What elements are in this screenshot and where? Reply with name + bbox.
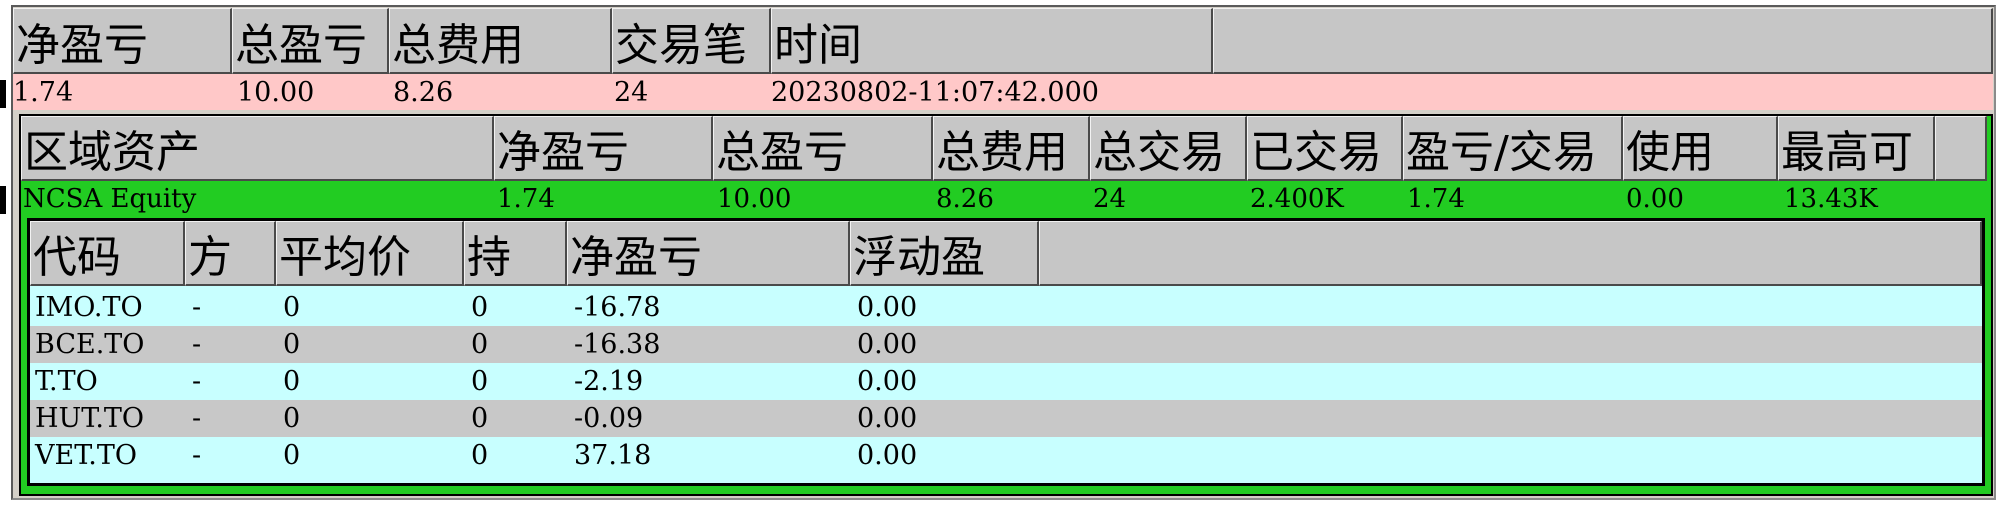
cell-float-pnl: 0.00	[857, 403, 918, 434]
cell-avg-price: 0	[283, 292, 301, 323]
col-header-region-total-trades[interactable]: 总交易	[1090, 116, 1247, 181]
table-row[interactable]: T.TO - 0 0 -2.19 0.00	[30, 363, 1982, 400]
region-name: NCSA Equity	[23, 184, 197, 214]
table-row[interactable]: VET.TO - 0 0 37.18 0.00	[30, 437, 1982, 474]
summary-fees: 8.26	[393, 76, 454, 108]
col-header-empty	[1213, 8, 1993, 74]
region-fees: 8.26	[936, 184, 994, 214]
col-header-side[interactable]: 方	[185, 221, 276, 286]
col-header-region-max-available[interactable]: 最高可	[1778, 116, 1935, 181]
col-header-net-pnl[interactable]: 净盈亏	[567, 221, 850, 286]
cell-float-pnl: 0.00	[857, 366, 918, 397]
col-header-empty	[1039, 221, 1982, 286]
edge-marker	[0, 186, 6, 214]
cell-qty: 0	[471, 403, 489, 434]
cell-net-pnl: -2.19	[574, 366, 644, 397]
summary-header: 净盈亏 总盈亏 总费用 交易笔 时间	[13, 8, 1993, 74]
col-header-qty[interactable]: 持	[464, 221, 567, 286]
cell-net-pnl: -16.38	[574, 329, 661, 360]
table-row[interactable]: HUT.TO - 0 0 -0.09 0.00	[30, 400, 1982, 437]
region-max-available: 13.43K	[1784, 184, 1878, 214]
col-header-time[interactable]: 时间	[771, 8, 1213, 74]
cell-side: -	[192, 366, 202, 397]
cell-qty: 0	[471, 329, 489, 360]
col-header-float-pnl[interactable]: 浮动盈	[850, 221, 1039, 286]
cell-float-pnl: 0.00	[857, 292, 918, 323]
summary-trades: 24	[614, 76, 649, 108]
summary-gross-pnl: 10.00	[237, 76, 315, 108]
col-header-region-net-pnl[interactable]: 净盈亏	[494, 116, 713, 181]
cell-symbol: BCE.TO	[35, 329, 145, 360]
cell-side: -	[192, 329, 202, 360]
region-traded: 2.400K	[1250, 184, 1344, 214]
cell-symbol: IMO.TO	[35, 292, 143, 323]
table-row[interactable]: BCE.TO - 0 0 -16.38 0.00	[30, 326, 1982, 363]
cell-net-pnl: -16.78	[574, 292, 661, 323]
cell-side: -	[192, 292, 202, 323]
col-header-net-pnl[interactable]: 净盈亏	[13, 8, 232, 74]
col-header-trades[interactable]: 交易笔	[612, 8, 771, 74]
region-used: 0.00	[1626, 184, 1684, 214]
region-header: 区域资产 净盈亏 总盈亏 总费用 总交易 已交易 盈亏/交易 使用 最高可	[21, 116, 1987, 181]
cell-qty: 0	[471, 366, 489, 397]
col-header-region-traded[interactable]: 已交易	[1247, 116, 1403, 181]
summary-net-pnl: 1.74	[13, 76, 74, 108]
cell-float-pnl: 0.00	[857, 329, 918, 360]
col-header-avg-price[interactable]: 平均价	[276, 221, 464, 286]
region-pnl-per-trade: 1.74	[1407, 184, 1465, 214]
table-row[interactable]: IMO.TO - 0 0 -16.78 0.00	[30, 289, 1982, 326]
cell-symbol: VET.TO	[35, 440, 137, 471]
summary-time: 20230802-11:07:42.000	[771, 76, 1099, 108]
cell-qty: 0	[471, 292, 489, 323]
cell-avg-price: 0	[283, 440, 301, 471]
cell-avg-price: 0	[283, 403, 301, 434]
cell-float-pnl: 0.00	[857, 440, 918, 471]
cell-side: -	[192, 403, 202, 434]
col-header-region-used[interactable]: 使用	[1623, 116, 1778, 181]
region-gross-pnl: 10.00	[717, 184, 792, 214]
region-row[interactable]: NCSA Equity 1.74 10.00 8.26 24 2.400K 1.…	[23, 182, 1989, 216]
col-header-fees[interactable]: 总费用	[389, 8, 612, 74]
col-header-region-asset[interactable]: 区域资产	[21, 116, 494, 181]
cell-avg-price: 0	[283, 366, 301, 397]
cell-net-pnl: 37.18	[574, 440, 652, 471]
region-total-trades: 24	[1093, 184, 1127, 214]
positions-header: 代码 方 平均价 持 净盈亏 浮动盈	[30, 221, 1982, 286]
cell-avg-price: 0	[283, 329, 301, 360]
col-header-region-gross-pnl[interactable]: 总盈亏	[713, 116, 933, 181]
col-header-region-pnl-per-trade[interactable]: 盈亏/交易	[1403, 116, 1623, 181]
cell-symbol: HUT.TO	[35, 403, 145, 434]
cell-net-pnl: -0.09	[574, 403, 644, 434]
cell-qty: 0	[471, 440, 489, 471]
col-header-region-empty	[1935, 116, 1987, 181]
edge-marker	[0, 80, 6, 108]
cell-side: -	[192, 440, 202, 471]
col-header-region-fees[interactable]: 总费用	[933, 116, 1090, 181]
col-header-symbol[interactable]: 代码	[30, 221, 185, 286]
col-header-gross-pnl[interactable]: 总盈亏	[232, 8, 389, 74]
region-net-pnl: 1.74	[497, 184, 555, 214]
summary-row[interactable]: 1.74 10.00 8.26 24 20230802-11:07:42.000	[13, 74, 1993, 110]
cell-symbol: T.TO	[35, 366, 98, 397]
